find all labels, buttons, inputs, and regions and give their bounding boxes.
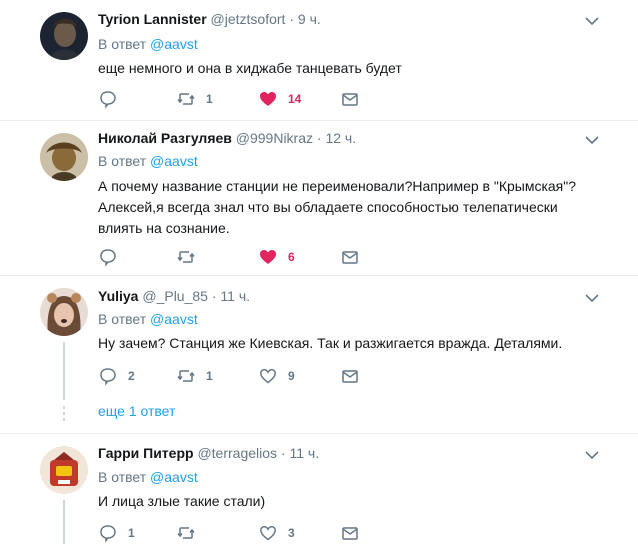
reply-button[interactable] bbox=[98, 89, 128, 109]
like-count: 9 bbox=[288, 369, 295, 383]
tweet-2[interactable]: Николай Разгуляев @999Nikraz · 12 ч. В о… bbox=[0, 121, 638, 275]
thread-line bbox=[63, 500, 65, 544]
tweet-actions: 6 bbox=[98, 247, 378, 267]
chevron-down-icon[interactable] bbox=[585, 16, 599, 26]
retweet-button[interactable]: 1 bbox=[176, 366, 213, 386]
retweet-button[interactable] bbox=[176, 247, 206, 267]
reply-prefix: В ответ bbox=[98, 153, 147, 169]
envelope-icon bbox=[342, 527, 358, 540]
retweet-icon bbox=[177, 527, 195, 539]
retweet-count: 1 bbox=[206, 369, 213, 383]
thread-dot bbox=[63, 406, 65, 409]
reply-prefix: В ответ bbox=[98, 311, 147, 327]
reply-prefix: В ответ bbox=[98, 469, 147, 485]
tweet-text: И лица злые такие стали) bbox=[98, 493, 266, 509]
reply-context: В ответ @aavst bbox=[98, 36, 198, 52]
tweet-text: А почему название станции не переименова… bbox=[98, 178, 577, 236]
reply-icon bbox=[100, 249, 116, 267]
user-handle[interactable]: @_Plu_85 bbox=[142, 288, 208, 304]
like-count: 3 bbox=[288, 526, 295, 540]
user-handle[interactable]: @jetztsofort bbox=[211, 11, 286, 27]
tweet-3[interactable]: Yuliya @_Plu_85 · 11 ч. В ответ @aavst Н… bbox=[0, 276, 638, 432]
reply-icon bbox=[100, 368, 116, 386]
tweet-4[interactable]: Гарри Питерр @terragelios · 11 ч. В отве… bbox=[0, 434, 638, 544]
chevron-down-icon[interactable] bbox=[585, 293, 599, 303]
avatar[interactable] bbox=[40, 133, 88, 181]
reply-button[interactable]: 2 bbox=[98, 366, 135, 386]
retweet-button[interactable]: 1 bbox=[176, 89, 213, 109]
reply-mention-link[interactable]: @aavst bbox=[150, 153, 198, 169]
heart-outline-icon bbox=[260, 369, 276, 384]
retweet-button[interactable] bbox=[176, 523, 206, 543]
reply-button[interactable] bbox=[98, 247, 128, 267]
reply-button[interactable]: 1 bbox=[98, 523, 135, 543]
direct-message-button[interactable] bbox=[341, 523, 359, 543]
user-handle[interactable]: @999Nikraz bbox=[236, 130, 313, 146]
reply-count: 1 bbox=[128, 526, 135, 540]
reply-mention-link[interactable]: @aavst bbox=[150, 311, 198, 327]
like-button[interactable]: 14 bbox=[258, 89, 301, 109]
direct-message-button[interactable] bbox=[341, 247, 359, 267]
reply-context: В ответ @aavst bbox=[98, 311, 198, 327]
timestamp[interactable]: · 12 ч. bbox=[317, 130, 356, 146]
heart-outline-icon bbox=[260, 526, 276, 541]
like-count: 6 bbox=[288, 250, 295, 264]
show-more-replies-link[interactable]: еще 1 ответ bbox=[98, 403, 175, 419]
like-button[interactable]: 9 bbox=[258, 366, 295, 386]
display-name[interactable]: Tyrion Lannister bbox=[98, 11, 207, 27]
direct-message-button[interactable] bbox=[341, 89, 359, 109]
display-name[interactable]: Yuliya bbox=[98, 288, 138, 304]
direct-message-button[interactable] bbox=[341, 366, 359, 386]
tweet-text: еще немного и она в хиджабе танцевать бу… bbox=[98, 60, 402, 76]
tweet-actions: 1 14 bbox=[98, 89, 378, 109]
reply-context: В ответ @aavst bbox=[98, 153, 198, 169]
avatar[interactable] bbox=[40, 12, 88, 60]
envelope-icon bbox=[342, 251, 358, 264]
thread-dot bbox=[63, 412, 65, 415]
thread-line bbox=[63, 342, 65, 400]
reply-icon bbox=[100, 91, 116, 109]
reply-count: 2 bbox=[128, 369, 135, 383]
timestamp[interactable]: · 9 ч. bbox=[289, 11, 320, 27]
retweet-icon bbox=[177, 370, 195, 382]
avatar[interactable] bbox=[40, 446, 88, 494]
heart-icon bbox=[260, 92, 276, 106]
retweet-icon bbox=[177, 93, 195, 105]
like-count: 14 bbox=[288, 92, 302, 106]
avatar[interactable] bbox=[40, 288, 88, 336]
timestamp[interactable]: · 11 ч. bbox=[281, 445, 319, 461]
thread-dot bbox=[63, 418, 65, 421]
reply-mention-link[interactable]: @aavst bbox=[150, 469, 198, 485]
reply-context: В ответ @aavst bbox=[98, 469, 198, 485]
like-button[interactable]: 6 bbox=[258, 247, 295, 267]
tweet-actions: 1 3 bbox=[98, 523, 378, 543]
heart-icon bbox=[260, 250, 276, 264]
user-handle[interactable]: @terragelios bbox=[197, 445, 277, 461]
envelope-icon bbox=[342, 370, 358, 383]
display-name[interactable]: Николай Разгуляев bbox=[98, 130, 232, 146]
chevron-down-icon[interactable] bbox=[585, 450, 599, 460]
display-name[interactable]: Гарри Питерр bbox=[98, 445, 194, 461]
tweet-actions: 2 1 9 bbox=[98, 366, 378, 386]
retweet-count: 1 bbox=[206, 92, 213, 106]
envelope-icon bbox=[342, 93, 358, 106]
reply-mention-link[interactable]: @aavst bbox=[150, 36, 198, 52]
like-button[interactable]: 3 bbox=[258, 523, 295, 543]
tweet-1[interactable]: Tyrion Lannister @jetztsofort · 9 ч. В о… bbox=[0, 0, 638, 121]
reply-icon bbox=[100, 525, 116, 543]
timestamp[interactable]: · 11 ч. bbox=[212, 288, 250, 304]
chevron-down-icon[interactable] bbox=[585, 135, 599, 145]
tweet-text: Ну зачем? Станция же Киевская. Так и раз… bbox=[98, 335, 563, 351]
reply-prefix: В ответ bbox=[98, 36, 147, 52]
retweet-icon bbox=[177, 251, 195, 263]
